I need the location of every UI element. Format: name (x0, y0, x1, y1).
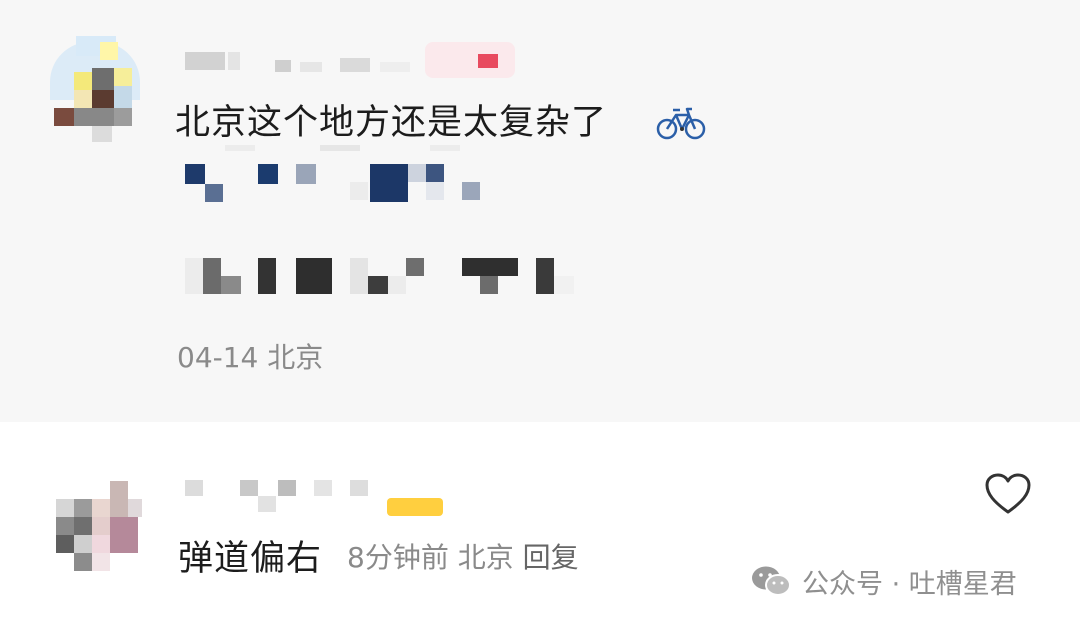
comment-text: 弹道偏右 (178, 539, 323, 579)
username-pixelated (185, 52, 225, 70)
avatar[interactable] (52, 477, 147, 577)
watermark-text: 公众号 · 吐槽星君 (802, 568, 1017, 600)
comment-meta: 8分钟前 北京 回复 (347, 536, 579, 576)
reply-button[interactable]: 回复 (523, 541, 579, 574)
wechat-icon (752, 566, 791, 596)
heart-outline-icon[interactable] (984, 472, 1032, 516)
bicycle-icon (656, 107, 706, 140)
comment-date: 04-14 (177, 341, 259, 374)
comment-location: 北京 (457, 541, 514, 574)
comment-meta: 04-14 北京 (177, 336, 323, 376)
comment-text: 北京这个地方还是太复杂了 (175, 103, 608, 143)
comment-time: 8分钟前 (347, 541, 449, 574)
username-pixelated (185, 480, 203, 496)
avatar[interactable] (40, 30, 150, 145)
comment-item[interactable]: 北京这个地方还是太复杂了 04-14 北京 (0, 0, 1080, 422)
comment-location: 北京 (267, 341, 324, 374)
watermark: 公众号 · 吐槽星君 (750, 560, 1017, 602)
